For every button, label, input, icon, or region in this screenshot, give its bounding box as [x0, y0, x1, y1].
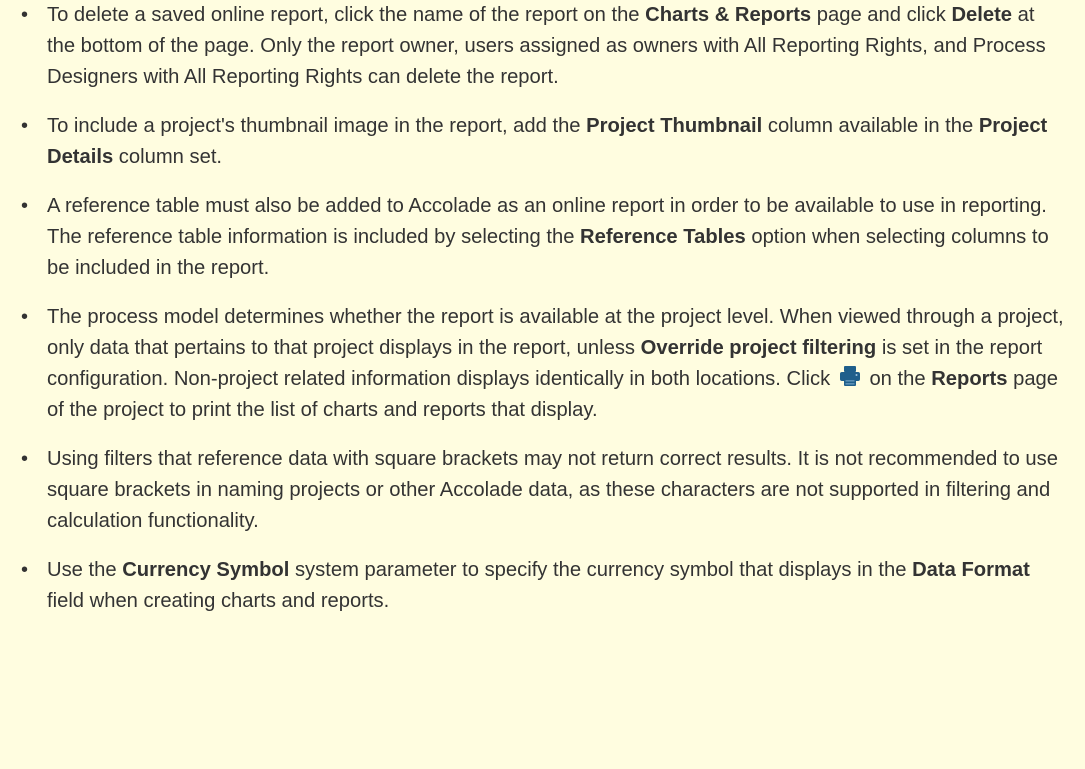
bold-term: Reports	[931, 368, 1008, 390]
bullet-icon: •	[21, 115, 29, 137]
text: page and click	[811, 4, 952, 26]
text: system parameter to specify the currency…	[289, 559, 913, 581]
bold-term: Reference Tables	[580, 226, 746, 248]
bold-term: Project Thumbnail	[586, 115, 763, 137]
text: To delete a saved online report, click t…	[47, 4, 646, 26]
notes-panel: • To delete a saved online report, click …	[0, 0, 1085, 769]
text: Using filters that reference data with s…	[47, 448, 1058, 532]
text: column set.	[113, 146, 223, 168]
text: Use the	[47, 559, 123, 581]
list-item-reference-table: • A reference table must also be added to…	[10, 191, 1067, 284]
bold-term: Currency Symbol	[122, 559, 290, 581]
notes-list: • To delete a saved online report, click …	[10, 0, 1067, 617]
printer-icon	[839, 365, 861, 387]
text: To include a project's thumbnail image i…	[47, 115, 587, 137]
list-item-thumbnail: • To include a project's thumbnail image …	[10, 111, 1067, 173]
bullet-icon: •	[21, 559, 29, 581]
list-item-process-model: • The process model determines whether th…	[10, 302, 1067, 426]
bold-term: Charts & Reports	[645, 4, 812, 26]
bullet-icon: •	[21, 4, 29, 26]
text: column available in the	[762, 115, 979, 137]
bold-term: Override project filtering	[640, 337, 877, 359]
list-item-currency-symbol: • Use the Currency Symbol system paramete…	[10, 555, 1067, 617]
list-item-square-brackets: • Using filters that reference data with …	[10, 444, 1067, 537]
bullet-icon: •	[21, 195, 29, 217]
text: field when creating charts and reports.	[47, 590, 390, 612]
bullet-icon: •	[21, 448, 29, 470]
bold-term: Delete	[951, 4, 1013, 26]
text: on the	[863, 368, 932, 390]
bold-term: Data Format	[912, 559, 1030, 581]
bullet-icon: •	[21, 306, 29, 328]
list-item-delete-report: • To delete a saved online report, click …	[10, 0, 1067, 93]
